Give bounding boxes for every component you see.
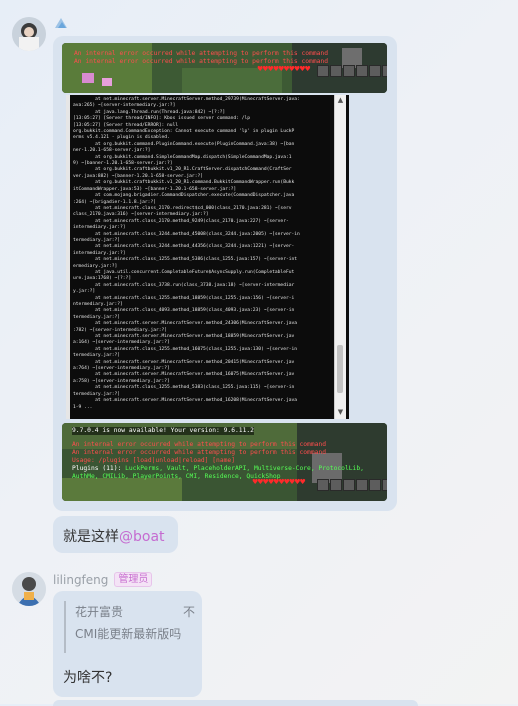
plugins-list-cont: AuthMe, CMILib, PlayerPoints, CMI, Resid… [72,473,281,480]
quoted-message[interactable]: 花开富贵 不 CMI能更新最新版吗 [64,601,195,653]
plugins-line: Plugins (11): LuckPerms, Vault, Placehol… [72,465,364,473]
avatar[interactable] [12,572,46,606]
console-log: at net.minecraft.server.MinecraftServer.… [73,97,300,410]
plugins-list: LuckPerms, Vault, PlaceholderAPI, Multiv… [125,465,364,472]
hotbar [317,65,387,77]
scroll-up-icon[interactable]: ▲ [336,96,345,105]
health-hearts: ♥♥♥♥♥♥♥♥♥♥ [257,65,311,73]
role-badge: 管理员 [114,572,153,587]
mention-link[interactable]: @boat [119,529,165,545]
message-text: 就是这样@boat [63,526,165,546]
user-title-icon [55,18,67,28]
message-text: 为啥不? [63,670,113,686]
message-header: lilingfeng 管理员 [53,572,153,587]
usage-line: Usage: /plugins [load|unload|reload] [na… [72,457,236,464]
screenshot-bottom[interactable]: 9.7.0.4 is now available! Your version: … [62,423,387,501]
error-line: An internal error occurred while attempt… [72,441,327,448]
screenshot-top[interactable]: An internal error occurred while attempt… [62,43,387,93]
error-line: An internal error occurred while attempt… [72,449,327,456]
message-body: 就是这样 [63,529,119,545]
quote-text: CMI能更新最新版吗 [75,627,182,641]
console-screenshot[interactable]: at net.minecraft.server.MinecraftServer.… [66,95,349,419]
username[interactable]: lilingfeng [53,573,108,587]
avatar-image [12,572,46,606]
error-line: An internal error occurred while attempt… [74,50,329,57]
avatar-image [12,17,46,51]
quote-author: 花开富贵 [75,605,124,619]
console-scrollbar[interactable]: ▲ ▼ [334,95,346,419]
quote-author-suffix: 不 [182,605,195,619]
version-line: 9.7.0.4 is now available! Your version: … [72,427,254,435]
hotbar [317,479,387,491]
health-hearts: ♥♥♥♥♥♥♥♥♥♥ [252,478,306,486]
scroll-thumb[interactable] [337,345,343,393]
scroll-down-icon[interactable]: ▼ [336,408,345,417]
avatar[interactable] [12,17,46,51]
next-message-bubble [53,700,418,706]
plugins-label: Plugins (11): [72,465,126,472]
